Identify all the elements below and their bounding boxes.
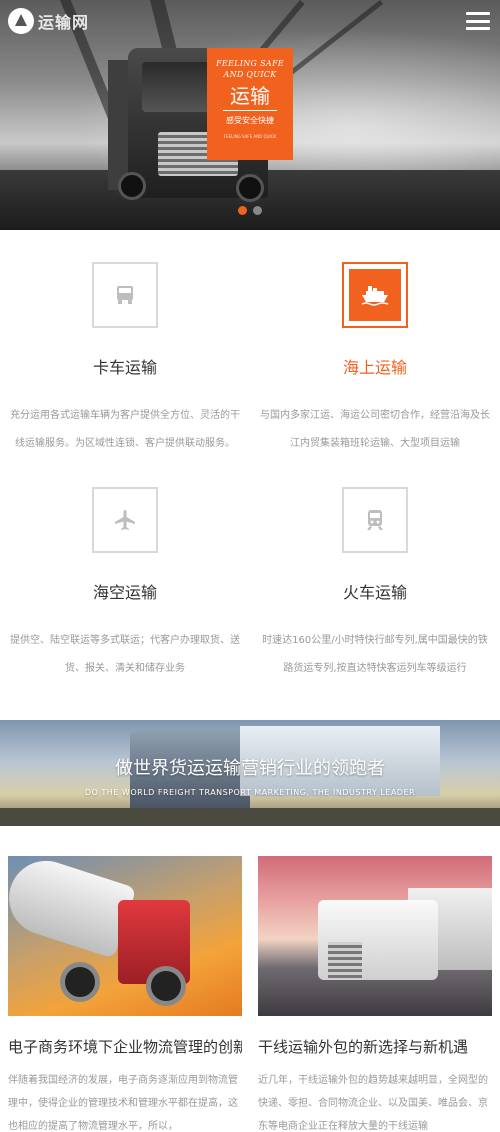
hero-slider[interactable]: 运输网 FEELING SAFE AND QUICK 运输 感受安全快捷 FEE… — [0, 0, 500, 230]
promo-divider — [223, 110, 277, 111]
truck-wheel — [236, 174, 264, 202]
hero-promo-box: FEELING SAFE AND QUICK 运输 感受安全快捷 FEELING… — [207, 48, 293, 160]
service-title: 海上运输 — [342, 358, 407, 377]
service-title: 卡车运输 — [92, 358, 157, 377]
ship-icon — [361, 286, 389, 306]
promo-subtitle: 感受安全快捷 — [226, 116, 274, 125]
service-item-train[interactable]: 火车运输 时速达160公里/小时特快行邮专列,属中国最快的铁路货运专列,按直达特… — [250, 487, 500, 683]
slogan-banner: 做世界货运运输营销行业的领跑者 DO THE WORLD FREIGHT TRA… — [0, 720, 500, 826]
service-icon-box — [92, 487, 158, 553]
slider-pagination — [238, 206, 262, 215]
promo-tiny-text: FEELING SAFE AND QUICK — [223, 134, 277, 139]
airplane-icon — [115, 510, 135, 530]
service-title: 火车运输 — [342, 583, 407, 602]
slider-dot[interactable] — [238, 206, 247, 215]
news-desc: 伴随着我国经济的发展，电子商务逐渐应用到物流管理中，使得企业的管理技术和管理水平… — [8, 1075, 238, 1132]
truck-grill — [328, 942, 362, 980]
truck-wheel — [146, 966, 186, 1006]
service-desc: 提供空、陆空联运等多式联运；代客户办理取货、送货、报关、清关和储存业务 — [10, 635, 240, 674]
news-image[interactable] — [8, 856, 242, 1016]
promo-en-line1: FEELING SAFE — [216, 59, 284, 68]
site-logo[interactable]: 运输网 — [8, 8, 89, 34]
logo-icon — [8, 8, 34, 34]
banner-road — [0, 808, 500, 826]
service-item-ship[interactable]: 海上运输 与国内多家江运、海运公司密切合作，经营沿海及长江内贸集装箱班轮运输、大… — [250, 262, 500, 458]
menu-button[interactable] — [466, 12, 490, 30]
service-title: 海空运输 — [92, 583, 157, 602]
service-item-air[interactable]: 海空运输 提供空、陆空联运等多式联运；代客户办理取货、送货、报关、清关和储存业务 — [0, 487, 250, 683]
service-desc: 时速达160公里/小时特快行邮专列,属中国最快的铁路货运专列,按直达特快客运列车… — [262, 635, 488, 674]
truck-icon — [117, 286, 133, 304]
news-title[interactable]: 电子商务环境下企业物流管理的创新 — [8, 1036, 242, 1057]
hamburger-menu-icon — [466, 12, 490, 15]
promo-title: 运输 — [230, 84, 270, 108]
service-icon-box — [342, 487, 408, 553]
truck-wheel — [118, 172, 146, 200]
service-item-truck[interactable]: 卡车运输 充分运用各式运输车辆为客户提供全方位、灵活的干线运输服务。为区域性连锁… — [0, 262, 250, 458]
news-desc: 近几年，干线运输外包的趋势越来越明显，全网型的快递、零担、合同物流企业、以及国美… — [258, 1075, 488, 1132]
service-desc: 与国内多家江运、海运公司密切合作，经营沿海及长江内贸集装箱班轮运输、大型项目运输 — [260, 410, 490, 449]
news-card[interactable]: 电子商务环境下企业物流管理的创新 伴随着我国经济的发展，电子商务逐渐应用到物流管… — [8, 856, 242, 1132]
service-desc: 充分运用各式运输车辆为客户提供全方位、灵活的干线运输服务。为区域性连锁、客户提供… — [10, 410, 240, 449]
truck-wheel — [60, 962, 100, 1002]
news-card[interactable]: 干线运输外包的新选择与新机遇 近几年，干线运输外包的趋势越来越明显，全网型的快递… — [258, 856, 492, 1132]
promo-en-line2: AND QUICK — [223, 70, 277, 79]
banner-subtitle: DO THE WORLD FREIGHT TRANSPORT MARKETING… — [84, 788, 416, 797]
service-icon-box — [92, 262, 158, 328]
news-image[interactable] — [258, 856, 492, 1016]
banner-title: 做世界货运运输营销行业的领跑者 — [115, 758, 385, 779]
slider-dot[interactable] — [253, 206, 262, 215]
train-icon — [367, 510, 383, 530]
news-title[interactable]: 干线运输外包的新选择与新机遇 — [258, 1036, 492, 1057]
logo-text: 运输网 — [38, 13, 90, 32]
service-icon-box — [342, 262, 408, 328]
